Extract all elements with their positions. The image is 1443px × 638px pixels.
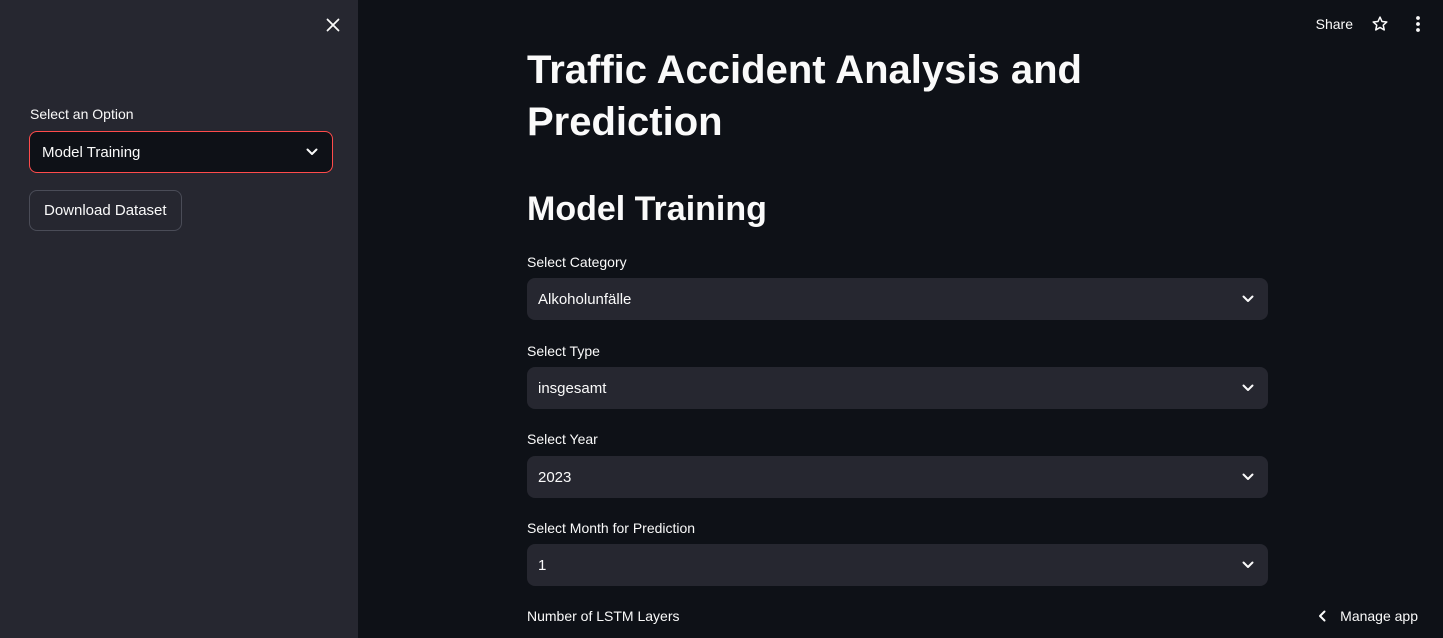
option-select-label: Select an Option — [30, 106, 134, 122]
close-sidebar-button[interactable] — [320, 12, 346, 38]
section-title: Model Training — [527, 190, 767, 228]
share-button[interactable]: Share — [1316, 16, 1353, 32]
manage-app-label: Manage app — [1340, 608, 1418, 624]
star-icon[interactable] — [1369, 13, 1391, 35]
close-icon — [326, 18, 340, 32]
type-select-value: insgesamt — [538, 379, 607, 397]
option-select-value: Model Training — [42, 143, 141, 161]
category-select-value: Alkoholunfälle — [538, 290, 632, 308]
month-select[interactable]: 1 — [527, 544, 1268, 586]
category-label: Select Category — [527, 254, 627, 270]
page-title: Traffic Accident Analysis and Prediction — [527, 48, 1082, 144]
lstm-layers-label: Number of LSTM Layers — [527, 608, 680, 624]
option-select[interactable]: Model Training — [29, 131, 333, 173]
app-root: Select an Option Model Training Download… — [0, 0, 1443, 638]
year-select[interactable]: 2023 — [527, 456, 1268, 498]
manage-app-button[interactable]: Manage app — [1318, 608, 1418, 624]
type-label: Select Type — [527, 343, 600, 359]
more-vert-icon[interactable] — [1407, 13, 1429, 35]
category-select[interactable]: Alkoholunfälle — [527, 278, 1268, 320]
year-select-value: 2023 — [538, 468, 572, 486]
download-dataset-button[interactable]: Download Dataset — [29, 190, 182, 231]
chevron-down-icon — [1240, 469, 1256, 485]
chevron-down-icon — [1240, 291, 1256, 307]
header-toolbar: Share — [1316, 13, 1429, 35]
month-select-value: 1 — [538, 556, 547, 574]
chevron-left-icon — [1319, 610, 1326, 622]
sidebar: Select an Option Model Training Download… — [0, 0, 358, 638]
chevron-down-icon — [1240, 380, 1256, 396]
month-label: Select Month for Prediction — [527, 520, 696, 536]
chevron-down-icon — [1240, 557, 1256, 573]
chevron-down-icon — [304, 144, 320, 160]
type-select[interactable]: insgesamt — [527, 367, 1268, 409]
year-label: Select Year — [527, 431, 598, 447]
